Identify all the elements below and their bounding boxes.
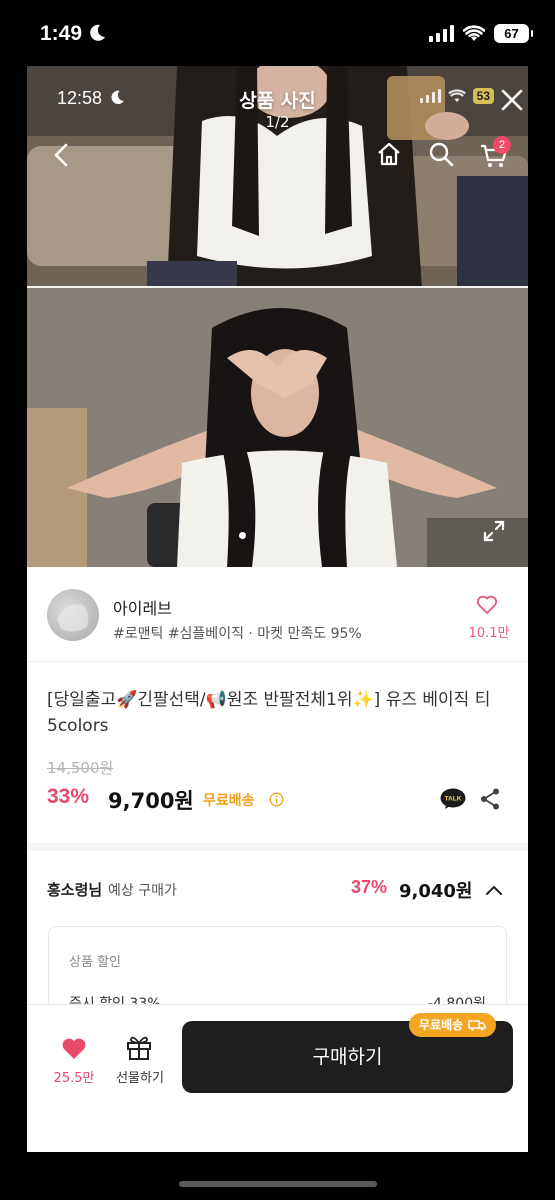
signal-icon xyxy=(429,25,454,42)
back-arrow-icon[interactable] xyxy=(51,142,73,168)
heart-filled-icon xyxy=(62,1038,86,1059)
heart-outline-icon[interactable] xyxy=(476,595,498,615)
seller-name[interactable]: 아이레브 xyxy=(113,595,172,619)
share-icon[interactable] xyxy=(479,787,501,811)
seller-avatar[interactable] xyxy=(47,589,99,641)
page-title: 상품 사진 xyxy=(239,90,316,112)
discount-title: 상품 할인 xyxy=(69,955,121,970)
info-icon[interactable] xyxy=(269,792,284,807)
bottom-action-bar: 25.5만 선물하기 구매하기 무료배송 xyxy=(27,1004,528,1152)
favorite-count: 25.5만 xyxy=(53,1071,95,1086)
outer-time: 1:49 xyxy=(40,22,83,45)
gift-icon xyxy=(127,1036,151,1060)
close-icon[interactable] xyxy=(498,86,526,114)
outer-status-bar: 1:49 67 xyxy=(0,0,555,66)
cart-count-badge: 2 xyxy=(493,136,511,154)
battery-indicator: 67 xyxy=(494,24,533,43)
free-shipping-badge: 무료배송 xyxy=(409,1013,497,1037)
estimated-price-label: 예상 구매가 xyxy=(108,883,177,899)
discount-rate: 33% xyxy=(47,785,90,808)
favorite-button[interactable]: 25.5만 xyxy=(45,1037,105,1087)
free-shipping-badge-label: 무료배송 xyxy=(419,1018,464,1032)
wifi-icon xyxy=(463,25,485,41)
kakaotalk-icon[interactable]: TALK xyxy=(440,788,466,810)
home-indicator[interactable] xyxy=(179,1181,377,1187)
page-counter: 1/2 xyxy=(265,113,290,131)
expand-icon[interactable] xyxy=(483,520,505,542)
sale-price: 9,700원 xyxy=(108,789,194,813)
truck-icon xyxy=(468,1020,486,1031)
product-photo-2 xyxy=(27,288,528,567)
svg-text:TALK: TALK xyxy=(445,796,462,803)
estimated-price: 9,040원 xyxy=(399,881,473,902)
estimated-price-section: 홍소령님 예상 구매가 37% 9,040원 상품 할인 즉시 할인 33% -… xyxy=(27,851,528,1046)
product-info: [당일출고🚀긴팔선택/📢원조 반팔전체1위✨] 유즈 베이직 티 5colors… xyxy=(27,663,528,851)
gift-button[interactable]: 선물하기 xyxy=(109,1033,169,1087)
outer-status-icons: 67 xyxy=(429,24,533,43)
product-photo-viewer[interactable]: 12:58 53 상품 사진 1/2 2 xyxy=(27,66,528,567)
home-icon[interactable] xyxy=(375,140,403,168)
app-screen: 12:58 53 상품 사진 1/2 2 아이레브 #로맨틱 #심플베이직 · … xyxy=(27,66,528,1152)
chevron-up-icon[interactable] xyxy=(485,884,503,896)
search-icon[interactable] xyxy=(427,140,455,168)
seller-tags: #로맨틱 #심플베이직 · 마켓 만족도 95% xyxy=(113,626,362,642)
estimated-discount-rate: 37% xyxy=(351,877,388,897)
user-name: 홍소령님 xyxy=(47,881,103,899)
product-title: [당일출고🚀긴팔선택/📢원조 반팔전체1위✨] 유즈 베이직 티 5colors xyxy=(47,690,491,736)
moon-icon xyxy=(90,24,105,41)
gift-label: 선물하기 xyxy=(116,1071,164,1086)
photo-page-dots xyxy=(239,532,246,539)
seller-section[interactable]: 아이레브 #로맨틱 #심플베이직 · 마켓 만족도 95% 10.1만 xyxy=(27,567,528,662)
free-shipping-label: 무료배송 xyxy=(203,793,255,809)
original-price: 14,500원 xyxy=(47,759,114,777)
seller-like-count: 10.1만 xyxy=(468,626,510,641)
